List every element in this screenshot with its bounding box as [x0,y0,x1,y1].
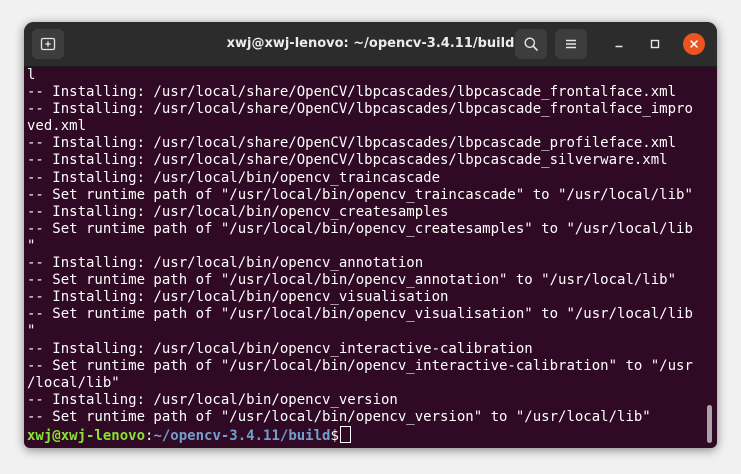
output-line: -- Set runtime path of "/usr/local/bin/o… [27,357,693,374]
output-line: -- Installing: /usr/local/bin/opencv_cre… [27,203,449,220]
output-line: /local/lib" [27,374,120,391]
output-line: ved.xml [27,118,87,135]
output-line: -- Installing: /usr/local/bin/opencv_vis… [27,289,449,306]
new-tab-icon [40,37,56,51]
scrollbar-thumb[interactable] [707,405,712,443]
output-line: -- Set runtime path of "/usr/local/bin/o… [27,186,693,203]
new-tab-button[interactable] [32,29,64,59]
minimize-button[interactable] [608,33,630,55]
terminal-window: xwj@xwj-lenovo: ~/opencv-3.4.11/build l … [24,22,717,448]
output-line: l [27,67,36,83]
output-line: -- Set runtime path of "/usr/local/bin/o… [27,220,693,237]
output-line: -- Installing: /usr/local/bin/opencv_ver… [27,391,398,408]
menu-button[interactable] [555,29,587,59]
output-line: -- Installing: /usr/local/share/OpenCV/l… [27,135,677,152]
prompt-user-host: xwj@xwj-lenovo [27,427,146,444]
output-line: -- Installing: /usr/local/share/OpenCV/l… [27,84,677,101]
search-icon [524,37,538,51]
prompt-path: ~/opencv-3.4.11/build [153,427,331,444]
maximize-button[interactable] [644,33,666,55]
prompt-line[interactable]: xwj@xwj-lenovo:~/opencv-3.4.11/build$ [27,425,704,444]
output-line: " [27,323,36,340]
output-line: " [27,237,36,254]
title-bar[interactable]: xwj@xwj-lenovo: ~/opencv-3.4.11/build [24,22,717,67]
output-line: -- Set runtime path of "/usr/local/bin/o… [27,272,677,289]
maximize-icon [650,39,660,49]
search-button[interactable] [515,29,547,59]
output-line: -- Installing: /usr/local/share/OpenCV/l… [27,101,693,118]
text-cursor [339,425,351,443]
minimize-icon [615,45,623,48]
output-line: -- Installing: /usr/local/share/OpenCV/l… [27,152,668,169]
output-line: -- Set runtime path of "/usr/local/bin/o… [27,306,693,323]
hamburger-menu-icon [566,39,576,49]
close-icon [690,40,698,48]
terminal-output[interactable]: l -- Installing: /usr/local/share/OpenCV… [24,67,704,448]
output-line: -- Installing: /usr/local/bin/opencv_int… [27,340,533,357]
prompt-symbol: $ [330,427,339,444]
close-button[interactable] [683,33,705,55]
output-line: -- Set runtime path of "/usr/local/bin/o… [27,408,651,425]
output-line: -- Installing: /usr/local/bin/opencv_ann… [27,255,424,272]
output-line: -- Installing: /usr/local/bin/opencv_tra… [27,169,441,186]
